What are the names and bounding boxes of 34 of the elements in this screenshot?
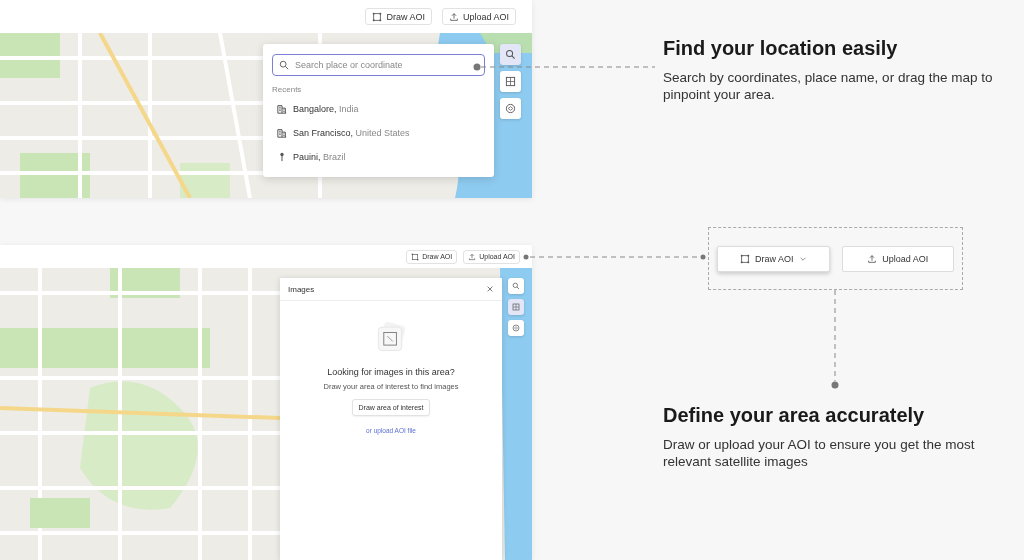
search-field[interactable]: Search place or coordinate — [272, 54, 485, 76]
map-tool-button[interactable] — [508, 299, 524, 315]
recent-place-item[interactable]: San Francisco, United States — [272, 121, 485, 145]
map-tool-button[interactable] — [500, 44, 521, 65]
feature-description: Search by coordinates, place name, or drag the map to pinpoint your area. — [663, 69, 994, 103]
aoi-button[interactable]: Draw AOI — [717, 245, 830, 272]
feature-heading: Define your area accurately — [663, 404, 926, 427]
toolbar-button[interactable]: Draw AOI — [365, 8, 432, 25]
draw-area-icon — [740, 253, 750, 264]
recent-place-item[interactable]: Bangalore, India — [272, 97, 485, 121]
search-icon — [279, 60, 289, 70]
search-icon — [512, 282, 520, 290]
panel-title: Images — [288, 284, 315, 294]
map-tool-button[interactable] — [500, 71, 521, 92]
aoi-button[interactable]: Upload AOI — [841, 245, 954, 272]
map-tool-button[interactable] — [500, 98, 521, 119]
feature-description: Draw or upload your AOI to ensure you get the most relevant satellite images — [663, 436, 976, 470]
building-icon — [277, 104, 287, 114]
empty-state-heading: Looking for images in this area? — [327, 367, 455, 377]
search-icon — [505, 49, 516, 60]
recent-place-item[interactable]: Pauini, Brazil — [272, 145, 485, 169]
building-icon — [277, 128, 287, 138]
draw-area-icon — [372, 11, 383, 22]
pin-icon — [277, 152, 287, 162]
draw-area-icon — [411, 252, 420, 261]
section-label: Recents — [272, 85, 303, 94]
upload-icon — [867, 253, 878, 264]
upload-icon — [448, 11, 459, 22]
map-tool-button[interactable] — [508, 278, 524, 294]
map-tool-button[interactable] — [508, 320, 524, 336]
close-icon[interactable] — [486, 285, 494, 293]
feature-heading: Find your location easily — [663, 37, 899, 60]
upload-icon — [468, 252, 477, 261]
toolbar-button[interactable]: Upload AOI — [441, 8, 516, 25]
